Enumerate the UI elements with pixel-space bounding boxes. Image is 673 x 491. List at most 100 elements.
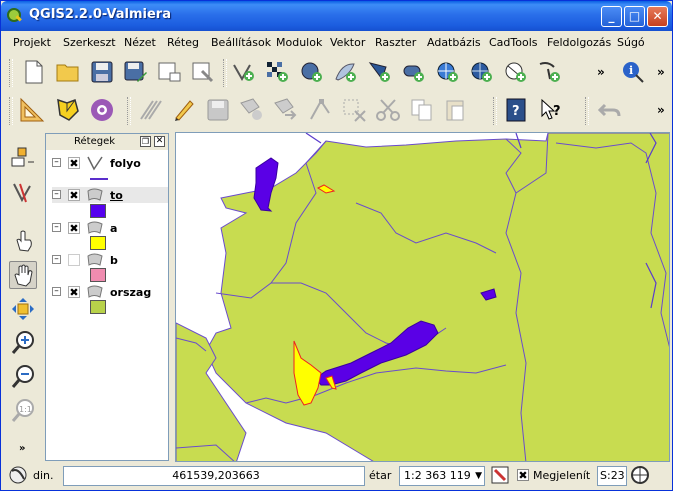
- add-oracle-layer-icon[interactable]: [401, 59, 427, 85]
- add-delimited-text-layer-icon[interactable]: [537, 59, 563, 85]
- toolbar-overflow-icon[interactable]: »: [657, 103, 665, 117]
- scale-field[interactable]: 1:2 363 119 ▼: [399, 466, 485, 486]
- menu-nezet[interactable]: Nézet: [124, 36, 156, 49]
- map-canvas[interactable]: [175, 132, 670, 462]
- add-postgis-layer-icon[interactable]: [299, 59, 325, 85]
- save-edits-icon[interactable]: [205, 97, 231, 123]
- menu-cadtools[interactable]: CadTools: [489, 36, 538, 49]
- layer-visibility-checkbox[interactable]: ✖: [68, 189, 80, 201]
- svg-text:1:1: 1:1: [19, 405, 32, 414]
- scale-dropdown-icon[interactable]: ▼: [475, 467, 482, 485]
- undo-icon[interactable]: [597, 97, 623, 123]
- layer-b[interactable]: – b: [52, 252, 168, 268]
- toolbar-overflow-icon[interactable]: »: [657, 65, 665, 79]
- plugin-settings-icon[interactable]: [89, 97, 115, 123]
- close-panel-button[interactable]: ✕: [154, 136, 165, 147]
- add-wcs-layer-icon[interactable]: [469, 59, 495, 85]
- layer-visibility-checkbox[interactable]: ✖: [68, 157, 80, 169]
- close-button[interactable]: ✕: [647, 6, 668, 27]
- zoom-actual-size-icon[interactable]: 1:1: [9, 397, 37, 425]
- paste-features-icon[interactable]: [443, 97, 469, 123]
- collapse-icon[interactable]: –: [52, 190, 61, 199]
- menu-reteg[interactable]: Réteg: [167, 36, 199, 49]
- layer-folyo[interactable]: – ✖ folyo: [52, 155, 168, 171]
- copy-features-icon[interactable]: [409, 97, 435, 123]
- delete-selected-icon[interactable]: [341, 97, 367, 123]
- identify-features-icon[interactable]: i: [621, 59, 647, 85]
- add-wms-layer-icon[interactable]: [435, 59, 461, 85]
- toolbar-grip[interactable]: [493, 97, 497, 125]
- menu-raszter[interactable]: Raszter: [375, 36, 416, 49]
- menu-sugo[interactable]: Súgó: [617, 36, 645, 49]
- maximize-button[interactable]: □: [624, 6, 645, 27]
- collapse-icon[interactable]: –: [52, 255, 61, 264]
- current-edits-icon[interactable]: [137, 97, 163, 123]
- cut-features-icon[interactable]: [375, 97, 401, 123]
- toggle-editing-icon[interactable]: [171, 97, 197, 123]
- toolbar-grip[interactable]: [9, 97, 13, 125]
- layer-visibility-checkbox[interactable]: ✖: [68, 222, 80, 234]
- whats-this-icon[interactable]: ?: [539, 97, 565, 123]
- map-tips-icon[interactable]: [9, 179, 37, 207]
- toolbar-grip[interactable]: [127, 97, 131, 125]
- measure-angle-icon[interactable]: [19, 97, 45, 123]
- svg-text:i: i: [629, 64, 633, 77]
- save-as-icon[interactable]: [123, 59, 149, 85]
- layer-to[interactable]: – ✖ to: [52, 187, 168, 203]
- zoom-out-icon[interactable]: [9, 363, 37, 391]
- minimize-button[interactable]: _: [601, 6, 622, 27]
- layer-visibility-checkbox[interactable]: [68, 254, 80, 266]
- qgis-window: QGIS2.2.0-Valmiera _ □ ✕ Projekt Szerkes…: [0, 0, 673, 491]
- crs-status-icon[interactable]: [629, 464, 651, 486]
- menu-vektor[interactable]: Vektor: [330, 36, 365, 49]
- add-wfs-layer-icon[interactable]: [503, 59, 529, 85]
- layer-visibility-checkbox[interactable]: ✖: [68, 286, 80, 298]
- float-panel-button[interactable]: ❐: [140, 136, 151, 147]
- collapse-icon[interactable]: –: [52, 287, 61, 296]
- map-navigation-toolbar: 1:1 »: [5, 131, 41, 461]
- menu-adatbazis[interactable]: Adatbázis: [427, 36, 481, 49]
- composer-manager-icon[interactable]: [191, 59, 217, 85]
- cadtools-icon[interactable]: [55, 97, 81, 123]
- layer-name: orszag: [110, 286, 152, 299]
- menu-projekt[interactable]: Projekt: [13, 36, 51, 49]
- collapse-icon[interactable]: –: [52, 158, 61, 167]
- pan-map-icon[interactable]: [9, 261, 37, 289]
- menu-beallitasok[interactable]: Beállítások: [211, 36, 271, 49]
- toolbar-grip[interactable]: [223, 59, 227, 87]
- add-feature-icon[interactable]: [239, 97, 265, 123]
- toolbar-overflow-icon[interactable]: »: [597, 65, 605, 79]
- new-project-icon[interactable]: [21, 59, 47, 85]
- stop-render-icon[interactable]: [489, 464, 511, 486]
- layers-panel-title: Rétegek: [74, 136, 116, 147]
- menu-szerkeszt[interactable]: Szerkeszt: [63, 36, 116, 49]
- add-spatialite-layer-icon[interactable]: [333, 59, 359, 85]
- toolbar-grip[interactable]: [9, 59, 13, 87]
- toolbar-overflow-icon[interactable]: »: [19, 443, 25, 454]
- add-raster-layer-icon[interactable]: [265, 59, 291, 85]
- save-project-icon[interactable]: [89, 59, 115, 85]
- title-bar[interactable]: QGIS2.2.0-Valmiera _ □ ✕: [1, 1, 672, 31]
- layer-orszag[interactable]: – ✖ orszag: [52, 284, 168, 300]
- toolbar-grip[interactable]: [585, 97, 589, 125]
- add-mssql-layer-icon[interactable]: [367, 59, 393, 85]
- add-vector-layer-icon[interactable]: [231, 59, 257, 85]
- zoom-in-icon[interactable]: [9, 329, 37, 357]
- menu-feldolgozas[interactable]: Feldolgozás: [547, 36, 611, 49]
- crs-field[interactable]: S:23: [597, 466, 627, 486]
- menu-modulok[interactable]: Modulok: [276, 36, 322, 49]
- help-contents-icon[interactable]: ?: [503, 97, 529, 123]
- layer-a[interactable]: – ✖ a: [52, 220, 168, 236]
- collapse-icon[interactable]: –: [52, 223, 61, 232]
- pan-to-selection-icon[interactable]: [9, 145, 37, 173]
- open-project-icon[interactable]: [55, 59, 81, 85]
- move-feature-icon[interactable]: [273, 97, 299, 123]
- node-tool-icon[interactable]: [307, 97, 333, 123]
- touch-zoom-icon[interactable]: [9, 227, 37, 255]
- coordinate-field[interactable]: 461539,203663: [63, 466, 365, 486]
- pan-map-arrows-icon[interactable]: [9, 295, 37, 323]
- coordinate-capture-icon[interactable]: [7, 464, 29, 486]
- new-print-composer-icon[interactable]: [157, 59, 183, 85]
- qgis-logo-icon: [7, 8, 22, 22]
- render-checkbox[interactable]: ✖: [517, 469, 529, 481]
